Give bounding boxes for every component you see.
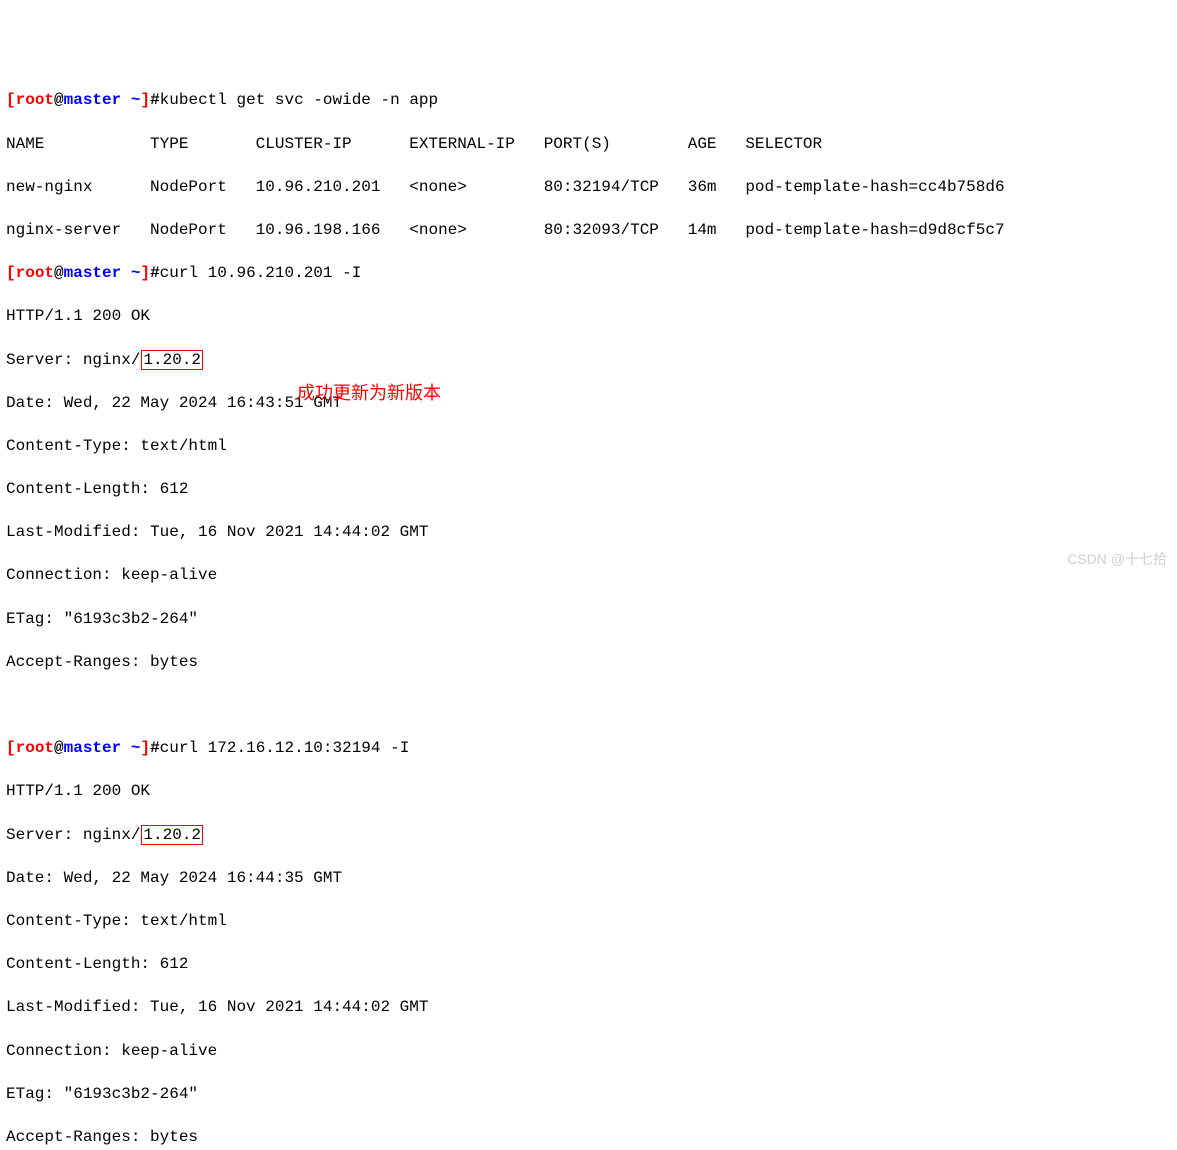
prompt-hash: # — [150, 264, 160, 282]
prompt-space — [121, 91, 131, 109]
curl2-connection: Connection: keep-alive — [6, 1041, 1171, 1063]
prompt-bracket-open: [ — [6, 264, 16, 282]
prompt-user: root — [16, 91, 54, 109]
curl1-connection: Connection: keep-alive — [6, 565, 1171, 587]
prompt-space — [121, 264, 131, 282]
curl2-accept-ranges: Accept-Ranges: bytes — [6, 1127, 1171, 1149]
prompt-host: master — [64, 91, 122, 109]
svc-row-2: nginx-server NodePort 10.96.198.166 <non… — [6, 220, 1171, 242]
curl2-last-modified: Last-Modified: Tue, 16 Nov 2021 14:44:02… — [6, 997, 1171, 1019]
curl2-status: HTTP/1.1 200 OK — [6, 781, 1171, 803]
curl1-server-prefix: Server: nginx/ — [6, 351, 140, 369]
command-curl-2: curl 172.16.12.10:32194 -I — [160, 739, 410, 757]
curl1-content-type: Content-Type: text/html — [6, 436, 1171, 458]
prompt-bracket-close: ] — [140, 264, 150, 282]
annotation-text: 成功更新为新版本 — [297, 381, 441, 405]
curl1-date: Date: Wed, 22 May 2024 16:43:51 GMT — [6, 393, 1171, 415]
prompt-at: @ — [54, 264, 64, 282]
curl1-server-line: Server: nginx/1.20.2 — [6, 350, 1171, 372]
curl1-etag: ETag: "6193c3b2-264" — [6, 609, 1171, 631]
curl2-etag: ETag: "6193c3b2-264" — [6, 1084, 1171, 1106]
prompt-bracket-close: ] — [140, 91, 150, 109]
curl1-accept-ranges: Accept-Ranges: bytes — [6, 652, 1171, 674]
watermark: CSDN @十七拾 — [1067, 550, 1167, 569]
prompt-bracket-close: ] — [140, 739, 150, 757]
curl2-server-prefix: Server: nginx/ — [6, 826, 140, 844]
curl2-content-type: Content-Type: text/html — [6, 911, 1171, 933]
prompt-line-1: [root@master ~]#kubectl get svc -owide -… — [6, 90, 1171, 112]
prompt-tilde: ~ — [131, 91, 141, 109]
curl1-last-modified: Last-Modified: Tue, 16 Nov 2021 14:44:02… — [6, 522, 1171, 544]
blank-line — [6, 695, 1171, 717]
prompt-line-2: [root@master ~]#curl 10.96.210.201 -I — [6, 263, 1171, 285]
curl2-date: Date: Wed, 22 May 2024 16:44:35 GMT — [6, 868, 1171, 890]
prompt-user: root — [16, 264, 54, 282]
prompt-space — [121, 739, 131, 757]
command-curl-1: curl 10.96.210.201 -I — [160, 264, 362, 282]
svc-header-row: NAME TYPE CLUSTER-IP EXTERNAL-IP PORT(S)… — [6, 134, 1171, 156]
prompt-at: @ — [54, 91, 64, 109]
command-kubectl: kubectl get svc -owide -n app — [160, 91, 438, 109]
prompt-line-3: [root@master ~]#curl 172.16.12.10:32194 … — [6, 738, 1171, 760]
prompt-host: master — [64, 264, 122, 282]
curl1-content-length: Content-Length: 612 — [6, 479, 1171, 501]
prompt-hash: # — [150, 739, 160, 757]
curl2-server-line: Server: nginx/1.20.2 — [6, 825, 1171, 847]
prompt-tilde: ~ — [131, 264, 141, 282]
svc-row-1: new-nginx NodePort 10.96.210.201 <none> … — [6, 177, 1171, 199]
prompt-tilde: ~ — [131, 739, 141, 757]
curl2-version-box: 1.20.2 — [141, 825, 203, 845]
curl2-content-length: Content-Length: 612 — [6, 954, 1171, 976]
prompt-at: @ — [54, 739, 64, 757]
prompt-user: root — [16, 739, 54, 757]
prompt-bracket-open: [ — [6, 739, 16, 757]
prompt-host: master — [64, 739, 122, 757]
prompt-hash: # — [150, 91, 160, 109]
prompt-bracket-open: [ — [6, 91, 16, 109]
curl1-version-box: 1.20.2 — [141, 350, 203, 370]
curl1-status: HTTP/1.1 200 OK — [6, 306, 1171, 328]
